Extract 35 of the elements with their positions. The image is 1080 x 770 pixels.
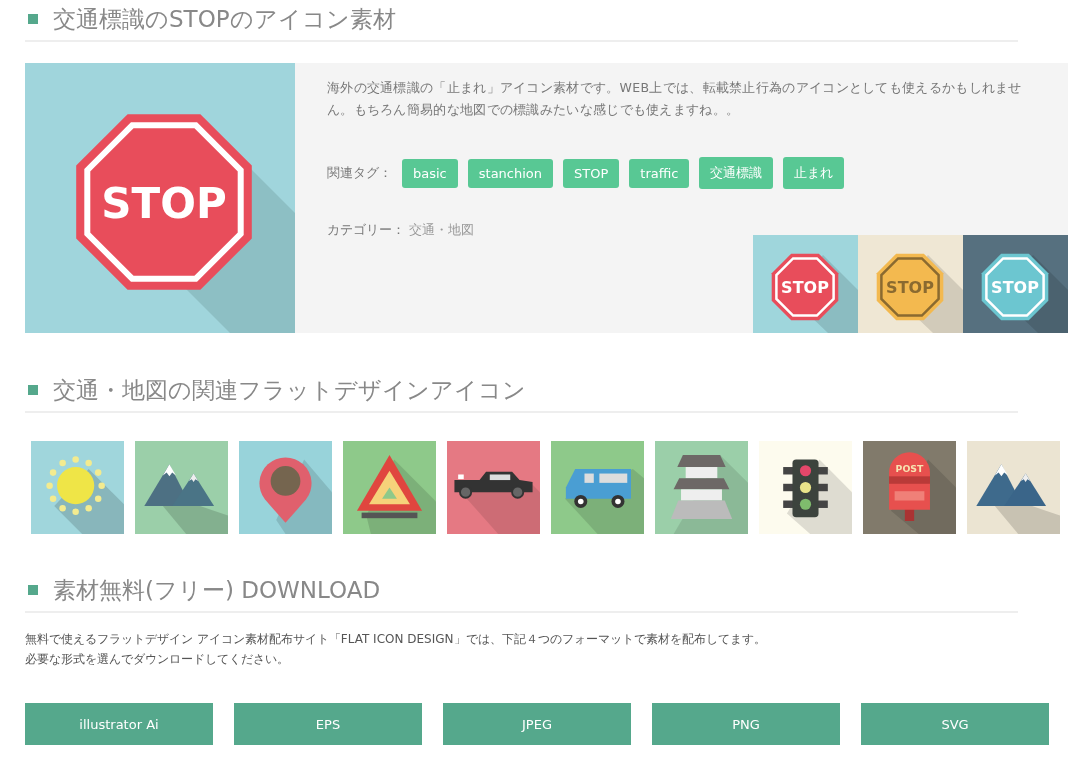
mountains-icon[interactable] xyxy=(135,441,228,534)
download-text: 無料で使えるフラットデザイン アイコン素材配布サイト「FLAT ICON DESIGN」では、下記４つのフォーマットで素材を配布してます。 xyxy=(25,631,767,648)
car-icon[interactable] xyxy=(447,441,540,534)
category-link[interactable]: 交通・地図 xyxy=(409,222,475,237)
van-icon[interactable] xyxy=(551,441,644,534)
stop-sign-image: STOP xyxy=(25,63,295,333)
stop-sign-variant-icon[interactable]: STOP xyxy=(753,235,858,333)
tag-link[interactable]: 止まれ xyxy=(783,157,845,189)
download-button[interactable]: PNG xyxy=(652,703,840,745)
description: 海外の交通標識の「止まれ」アイコン素材です。WEB上では、転載禁止行為のアイコンとしても使えるかもしれません。もちろん簡易的な地図での標識みたいな感じでも使えますね。。 xyxy=(327,79,1023,119)
mailbox-icon[interactable]: POST xyxy=(863,441,956,534)
download-button[interactable]: EPS xyxy=(234,703,422,745)
square-bullet-icon xyxy=(28,385,38,395)
download-button[interactable]: SVG xyxy=(861,703,1049,745)
download-button[interactable]: illustrator Ai xyxy=(25,703,213,745)
stop-sign-variant-icon[interactable]: STOP xyxy=(858,235,963,333)
square-bullet-icon xyxy=(28,14,38,24)
square-bullet-icon xyxy=(28,585,38,595)
tag-link[interactable]: basic xyxy=(402,158,458,188)
stop-sign-variant-icon[interactable]: STOP xyxy=(963,235,1068,333)
tag-link[interactable]: stanchion xyxy=(467,158,554,188)
category-label: カテゴリー： xyxy=(327,222,405,237)
tags-label: 関連タグ： xyxy=(327,164,392,182)
castle-icon[interactable] xyxy=(655,441,748,534)
mountains-icon[interactable] xyxy=(967,441,1060,534)
download-button[interactable]: JPEG xyxy=(443,703,631,745)
tag-link[interactable]: STOP xyxy=(563,158,620,188)
section-title: 素材無料(フリー) DOWNLOAD xyxy=(53,576,381,605)
tag-link[interactable]: traffic xyxy=(629,158,690,188)
traffic-light-icon[interactable] xyxy=(759,441,852,534)
tag-link[interactable]: 交通標識 xyxy=(699,157,774,189)
section-title: 交通標識のSTOPのアイコン素材 xyxy=(53,5,396,34)
download-text: 必要な形式を選んでダウンロードしてください。 xyxy=(25,651,290,668)
section-title: 交通・地図の関連フラットデザインアイコン xyxy=(53,376,526,405)
map-pin-icon[interactable] xyxy=(239,441,332,534)
